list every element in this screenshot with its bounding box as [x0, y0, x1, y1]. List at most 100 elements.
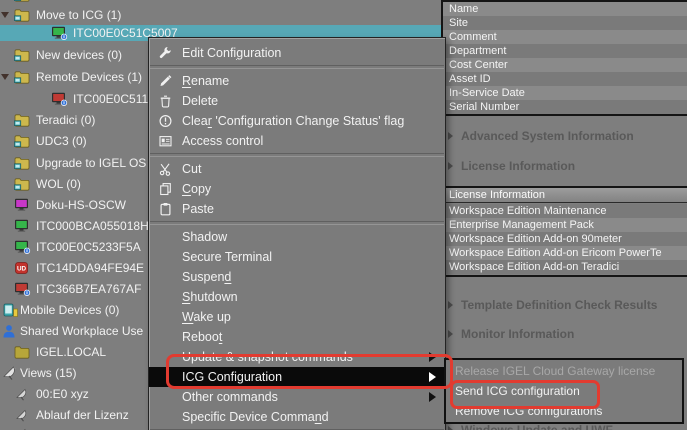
no-icon	[158, 390, 179, 404]
section-header-template-definition-check-results[interactable]: Template Definition Check Results	[443, 297, 687, 313]
menu-item-suspend[interactable]: Suspend	[149, 267, 445, 287]
folder-icon	[14, 70, 31, 84]
tree-item-label: Ablauf der Lizenz	[36, 407, 129, 424]
folder-icon	[14, 8, 31, 22]
license-row-workspace-edition-add-on-90meter: Workspace Edition Add-on 90meter	[443, 232, 687, 246]
menu-item-clear-configuration-change-status-flag[interactable]: Clear 'Configuration Change Status' flag	[149, 111, 445, 131]
submenu-arrow-icon	[429, 352, 436, 362]
menu-item-access-control[interactable]: Access control	[149, 131, 445, 151]
license-row-workspace-edition-add-on-ericom-powerte: Workspace Edition Add-on Ericom PowerTe	[443, 246, 687, 260]
cut-icon	[158, 162, 179, 176]
no-icon	[158, 270, 179, 284]
menu-item-shadow[interactable]: Shadow	[149, 227, 445, 247]
tree-item-label: Shared Workplace Use	[20, 323, 143, 340]
menu-item-cut[interactable]: Cut	[149, 159, 445, 179]
menu-item-label: ICG Configuration	[182, 370, 282, 384]
tree-item-label: Remote Devices (1)	[36, 69, 142, 86]
menu-item-icg-configuration[interactable]: ICG Configuration	[149, 367, 445, 387]
menu-item-shutdown[interactable]: Shutdown	[149, 287, 445, 307]
no-icon	[158, 290, 179, 304]
device-green-icon	[14, 219, 31, 233]
attribute-row-site: Site	[443, 16, 687, 30]
menu-item-label: Delete	[182, 94, 218, 108]
view-icon	[14, 408, 31, 422]
view-icon	[14, 387, 31, 401]
section-header-monitor-information[interactable]: Monitor Information	[443, 326, 687, 342]
menu-item-secure-terminal[interactable]: Secure Terminal	[149, 247, 445, 267]
menu-item-update-snapshot-commands[interactable]: Update & snapshot commands	[149, 347, 445, 367]
no-icon	[158, 250, 179, 264]
menu-item-copy[interactable]: Copy	[149, 179, 445, 199]
menu-item-specific-device-command[interactable]: Specific Device Command	[149, 407, 445, 427]
tree-item-label: New devices (0)	[36, 47, 122, 64]
license-row-enterprise-management-pack: Enterprise Management Pack	[443, 218, 687, 232]
folder-icon	[14, 48, 31, 62]
license-row-workspace-edition-add-on-teradici: Workspace Edition Add-on Teradici	[443, 260, 687, 274]
no-icon	[158, 370, 179, 384]
menu-item-label: Access control	[182, 134, 263, 148]
folder-icon	[14, 113, 31, 127]
menu-item-label: Shadow	[182, 230, 227, 244]
ud-device-icon: UD	[14, 261, 31, 275]
menu-item-wake-up[interactable]: Wake up	[149, 307, 445, 327]
menu-item-label: Suspend	[182, 270, 231, 284]
attribute-row-comment: Comment	[443, 30, 687, 44]
attribute-row-in-service-date: In-Service Date	[443, 86, 687, 100]
menu-item-delete[interactable]: Delete	[149, 91, 445, 111]
attribute-row-name: Name	[443, 2, 687, 16]
tree-item-label: 00:E0 xyz	[36, 386, 89, 403]
ums-console: Move to ICG (1) ITC00E0C51C5007 New devi…	[0, 0, 687, 430]
attribute-row-asset-id: Asset ID	[443, 72, 687, 86]
expand-arrow-icon[interactable]	[1, 12, 9, 18]
edit-configuration-icon	[158, 46, 179, 60]
menu-item-other-commands[interactable]: Other commands	[149, 387, 445, 407]
tree-item-label: IGEL.LOCAL	[36, 344, 106, 361]
no-icon	[158, 330, 179, 344]
submenu-arrow-icon	[429, 372, 436, 382]
collapse-arrow-icon	[448, 330, 453, 338]
divider	[443, 275, 687, 277]
views-icon	[2, 366, 19, 380]
folder-icon	[14, 177, 31, 191]
menu-item-label: Clear 'Configuration Change Status' flag	[182, 114, 404, 128]
collapse-arrow-icon	[448, 132, 453, 140]
menu-item-label: Cut	[182, 162, 201, 176]
section-header-advanced-system-information[interactable]: Advanced System Information	[443, 128, 687, 144]
menu-item-reboot[interactable]: Reboot	[149, 327, 445, 347]
submenu-item-remove-icg-configurations[interactable]: Remove ICG configurations	[446, 401, 682, 421]
paste-icon	[158, 202, 179, 216]
device-red-icon	[14, 282, 31, 296]
delete-icon	[158, 94, 179, 108]
menu-item-label: Shutdown	[182, 290, 238, 304]
license-table: Workspace Edition MaintenanceEnterprise …	[443, 204, 687, 274]
system-information-table: NameSiteCommentDepartmentCost CenterAsse…	[443, 2, 687, 114]
clear-flag-icon	[158, 114, 179, 128]
tree-item-label: Views (15)	[20, 365, 76, 382]
expand-arrow-icon[interactable]	[1, 74, 9, 80]
attribute-row-cost-center: Cost Center	[443, 58, 687, 72]
access-control-icon	[158, 134, 179, 148]
menu-item-edit-configuration[interactable]: Edit Configuration	[149, 43, 445, 63]
menu-item-label: Paste	[182, 202, 214, 216]
menu-item-label: Reboot	[182, 330, 222, 344]
attribute-row-department: Department	[443, 44, 687, 58]
license-table-header: License Information	[443, 188, 687, 203]
folder-plain-icon	[14, 345, 31, 359]
collapse-arrow-icon	[448, 301, 453, 309]
tree-item-label: WOL (0)	[36, 176, 81, 193]
tree-item-move-to-icg-1[interactable]: Move to ICG (1)	[0, 7, 441, 24]
no-icon	[158, 410, 179, 424]
menu-item-label: Secure Terminal	[182, 250, 272, 264]
folder-icon	[14, 134, 31, 148]
device-purple-icon	[14, 198, 31, 212]
copy-icon	[158, 182, 179, 196]
submenu-item-release-igel-cloud-gateway-license: Release IGEL Cloud Gateway license	[446, 361, 682, 381]
tree-item-partial-0[interactable]	[0, 0, 441, 4]
tree-item-label: ITC00E0C5233F5A	[36, 239, 141, 256]
menu-item-rename[interactable]: Rename	[149, 71, 445, 91]
submenu-item-send-icg-configuration[interactable]: Send ICG configuration	[446, 381, 682, 401]
menu-item-paste[interactable]: Paste	[149, 199, 445, 219]
menu-item-label: Update & snapshot commands	[182, 350, 353, 364]
menu-separator	[150, 65, 444, 69]
section-header-license-information[interactable]: License Information	[443, 158, 687, 174]
